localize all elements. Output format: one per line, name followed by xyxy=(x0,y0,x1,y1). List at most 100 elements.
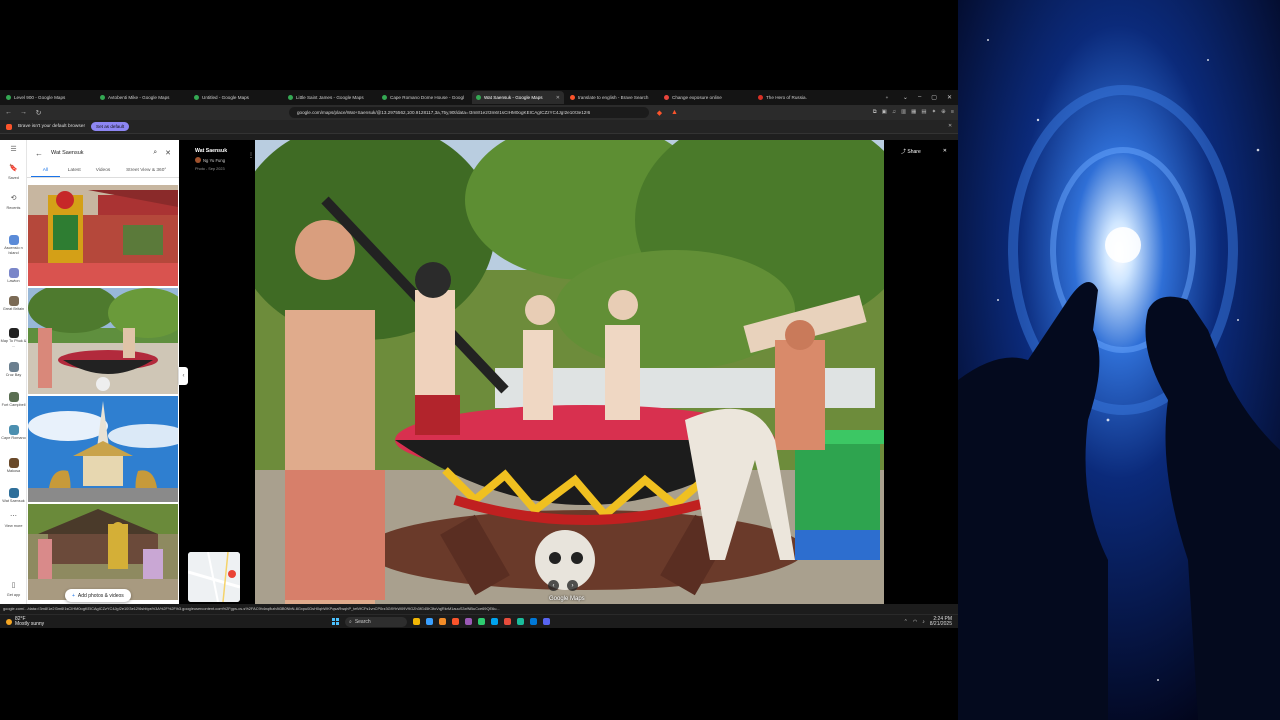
browser-tab[interactable]: translate to english - Brave Search xyxy=(566,91,658,104)
url-bar[interactable]: google.com/maps/place/Wat+Saensuk/@13.29… xyxy=(289,107,649,118)
sidebar-icon[interactable]: ▥ xyxy=(901,109,906,116)
photo-thumbnail[interactable] xyxy=(28,504,178,600)
rail-item[interactable]: ▯ Get app xyxy=(0,582,27,598)
reload-icon[interactable]: ↻ xyxy=(34,109,43,117)
wifi-icon[interactable]: ◠ xyxy=(913,619,917,625)
rail-item[interactable]: Wat Saensuk xyxy=(0,488,27,504)
rail-glyph-icon: 🔖 xyxy=(9,165,18,172)
share-button[interactable]: ⤴ Share xyxy=(901,148,921,155)
photo-thumbnail[interactable] xyxy=(28,396,178,502)
taskbar-app-icon[interactable] xyxy=(543,618,550,625)
tab-latest[interactable]: Latest xyxy=(60,166,89,177)
browser-tab[interactable]: Avtobenti Mike - Google Maps xyxy=(96,91,188,104)
previous-photo-button[interactable]: ‹ xyxy=(548,580,559,591)
chevron-up-icon[interactable]: ⌃ xyxy=(904,619,908,625)
rail-item[interactable]: Great Britain xyxy=(0,296,27,312)
tab-videos[interactable]: Videos xyxy=(89,166,118,177)
menu-icon[interactable]: ≡ xyxy=(951,109,954,116)
browser-tab[interactable]: Cape Romano Dome House - Googl xyxy=(378,91,470,104)
taskbar-app-icon[interactable] xyxy=(413,618,420,625)
photo-thumbnail[interactable] xyxy=(28,288,178,394)
taskbar-app-icon[interactable] xyxy=(439,618,446,625)
rail-item[interactable]: Cape Romano xyxy=(0,425,27,441)
rail-item-label: Fort Campbell xyxy=(1,403,26,407)
brave-shield-icon[interactable]: ◆ xyxy=(655,109,664,117)
rail-item[interactable]: Fort Campbell xyxy=(0,392,27,408)
next-photo-button[interactable]: › xyxy=(567,580,578,591)
photo-thumbnail[interactable] xyxy=(28,185,178,286)
tab-label: Avtobenti Mike - Google Maps xyxy=(108,95,170,100)
tab-label: Level 900 - Google Maps xyxy=(14,95,66,100)
rail-item[interactable]: Makosa xyxy=(0,458,27,474)
windows-taskbar: 82°F Mostly sunny ⌕ Search ⌃ ◠ ♪ 2:24 PM… xyxy=(0,614,958,628)
taskbar-app-icon[interactable] xyxy=(491,618,498,625)
main-photo[interactable] xyxy=(255,140,884,604)
rail-item[interactable]: ⟲ Recents xyxy=(0,195,27,211)
photo-place-name[interactable]: Wat Saensuk xyxy=(195,148,255,154)
search-input[interactable]: Wat Saensuk xyxy=(51,150,145,156)
taskbar-search[interactable]: ⌕ Search xyxy=(345,616,407,627)
google-maps-watermark: Google Maps xyxy=(549,596,585,602)
brave-rewards-icon[interactable]: ▲ xyxy=(670,109,679,116)
browser-tab[interactable]: Level 900 - Google Maps xyxy=(2,91,94,104)
bookmarks-icon[interactable]: ▦ xyxy=(911,109,916,116)
chevron-down-icon[interactable]: ⌄ xyxy=(903,94,908,101)
browser-tab[interactable]: Untitled - Google Maps xyxy=(190,91,282,104)
taskbar-app-icon[interactable] xyxy=(478,618,485,625)
playlist-icon[interactable]: ♫ xyxy=(892,109,896,116)
more-options-icon[interactable]: ⋮ xyxy=(248,152,254,159)
rail-item[interactable]: Cruz Bay xyxy=(0,362,27,378)
taskbar-app-icon[interactable] xyxy=(465,618,472,625)
leo-ai-icon[interactable]: ✦ xyxy=(932,109,937,116)
taskbar-app-icon[interactable] xyxy=(504,618,511,625)
start-button[interactable] xyxy=(332,618,339,625)
rail-item[interactable]: 🔖 Saved xyxy=(0,165,27,181)
add-photos-button[interactable]: + Add photos & videos xyxy=(65,589,131,602)
vpn-icon[interactable]: ⊕ xyxy=(941,109,946,116)
taskbar-app-icon[interactable] xyxy=(426,618,433,625)
search-bar: ← Wat Saensuk ⌕ ✕ xyxy=(27,140,179,166)
taskbar-app-icon[interactable] xyxy=(452,618,459,625)
minimize-icon[interactable]: – xyxy=(918,94,921,101)
browser-tab[interactable]: Little Saint James - Google Maps xyxy=(284,91,376,104)
wallet-icon[interactable]: ▣ xyxy=(882,109,887,116)
set-default-button[interactable]: Set as default xyxy=(91,122,130,131)
place-thumbnail-icon xyxy=(8,235,19,245)
search-icon[interactable]: ⌕ xyxy=(153,149,157,157)
clock[interactable]: 2:24 PM 8/21/2025 xyxy=(930,617,952,626)
back-icon[interactable]: ← xyxy=(4,109,13,116)
banner-message: Brave isn't your default browser xyxy=(18,124,86,129)
browser-tab[interactable]: Wat Saensuk - Google Maps ✕ xyxy=(472,91,564,104)
rail-item[interactable]: Lawton xyxy=(0,268,27,284)
rail-item[interactable]: ⋯ View more xyxy=(0,513,27,529)
browser-tab[interactable]: The Hero of Russia. xyxy=(754,91,846,104)
forward-icon[interactable]: → xyxy=(19,109,28,116)
tab-close-icon[interactable]: ✕ xyxy=(556,95,560,101)
photo-author[interactable]: Ng Yu Fung xyxy=(195,157,255,163)
rail-menu[interactable]: ☰ xyxy=(0,146,27,157)
weather-widget[interactable]: 82°F Mostly sunny xyxy=(0,617,80,626)
tab-all[interactable]: All xyxy=(31,166,60,177)
new-tab-button[interactable]: + xyxy=(880,91,894,104)
taskbar-app-icon[interactable] xyxy=(530,618,537,625)
taskbar-app-icon[interactable] xyxy=(517,618,524,625)
tab-street-view[interactable]: Street View & 360° xyxy=(117,166,175,177)
tab-search-icon[interactable]: ▤ xyxy=(921,109,926,116)
add-photo-icon: + xyxy=(72,592,75,599)
location-minimap[interactable] xyxy=(188,552,240,602)
collapse-panel-button[interactable]: ‹ xyxy=(179,367,188,385)
author-name: Ng Yu Fung xyxy=(203,157,226,163)
extensions-icon[interactable]: ⧉ xyxy=(873,109,877,116)
volume-icon[interactable]: ♪ xyxy=(922,619,925,625)
banner-close-icon[interactable]: ✕ xyxy=(948,124,952,129)
maximize-icon[interactable]: ▢ xyxy=(931,94,937,101)
close-icon[interactable]: ✕ xyxy=(947,94,952,101)
back-arrow-icon[interactable]: ← xyxy=(35,149,43,158)
clear-search-icon[interactable]: ✕ xyxy=(165,149,171,157)
close-viewer-icon[interactable]: ✕ xyxy=(943,148,947,155)
browser-tab[interactable]: Change exposure online xyxy=(660,91,752,104)
browser-window: Level 900 - Google Maps Avtobenti Mike - … xyxy=(0,90,958,614)
rail-item[interactable]: Ascensio n Island xyxy=(0,235,27,255)
rail-item[interactable]: Map To Phuk & ... xyxy=(0,328,27,348)
minimap-graphic xyxy=(188,552,240,602)
